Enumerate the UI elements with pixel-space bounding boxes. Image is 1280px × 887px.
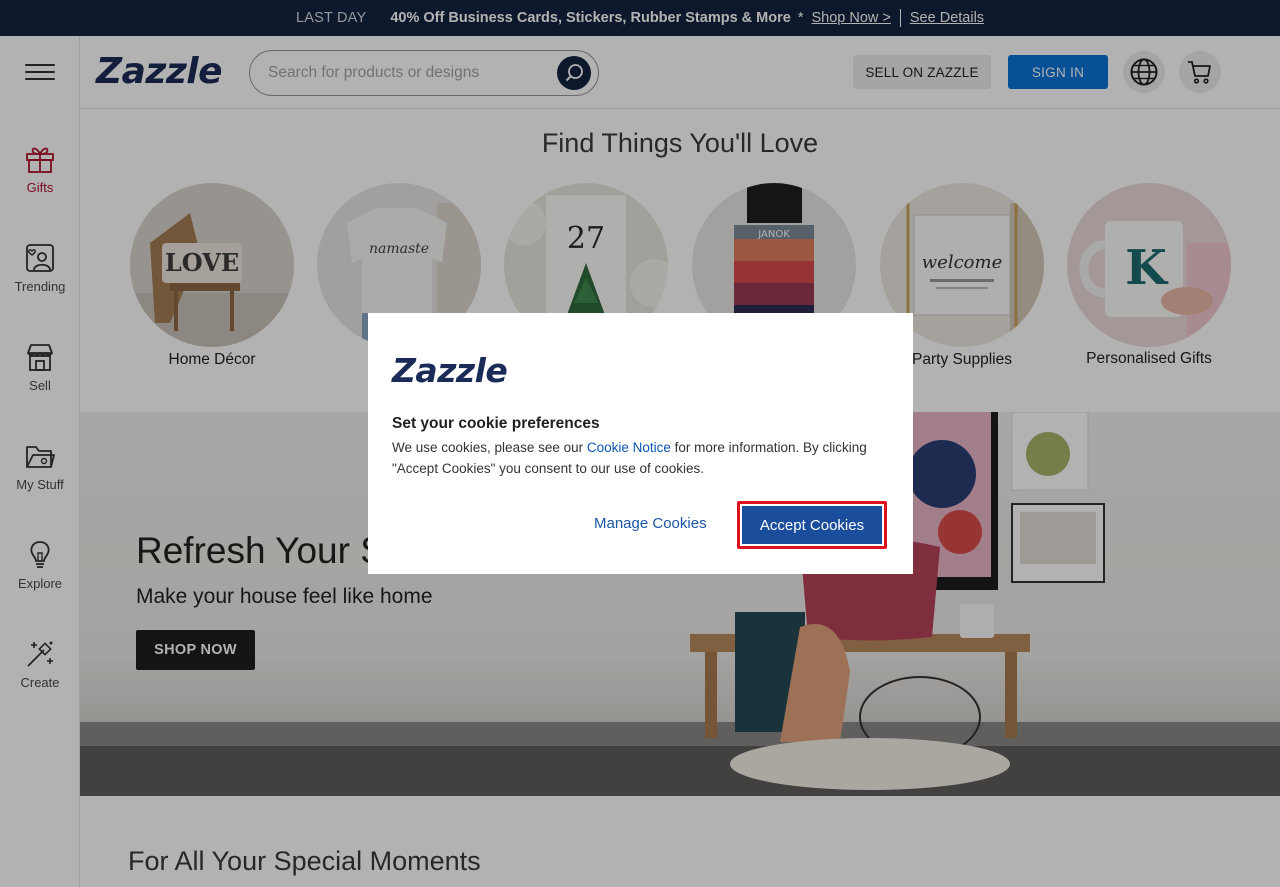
cookie-modal-title: Set your cookie preferences <box>392 415 600 432</box>
modal-zazzle-logo: Zazzle <box>392 351 508 390</box>
cookie-modal: Zazzle Set your cookie preferences We us… <box>368 313 913 574</box>
manage-cookies-link[interactable]: Manage Cookies <box>594 515 707 532</box>
cookie-notice-link[interactable]: Cookie Notice <box>587 440 671 455</box>
accept-cookies-button[interactable]: Accept Cookies <box>737 501 887 549</box>
cookie-modal-text: We use cookies, please see our Cookie No… <box>392 440 867 476</box>
accept-cookies-label: Accept Cookies <box>742 506 882 544</box>
